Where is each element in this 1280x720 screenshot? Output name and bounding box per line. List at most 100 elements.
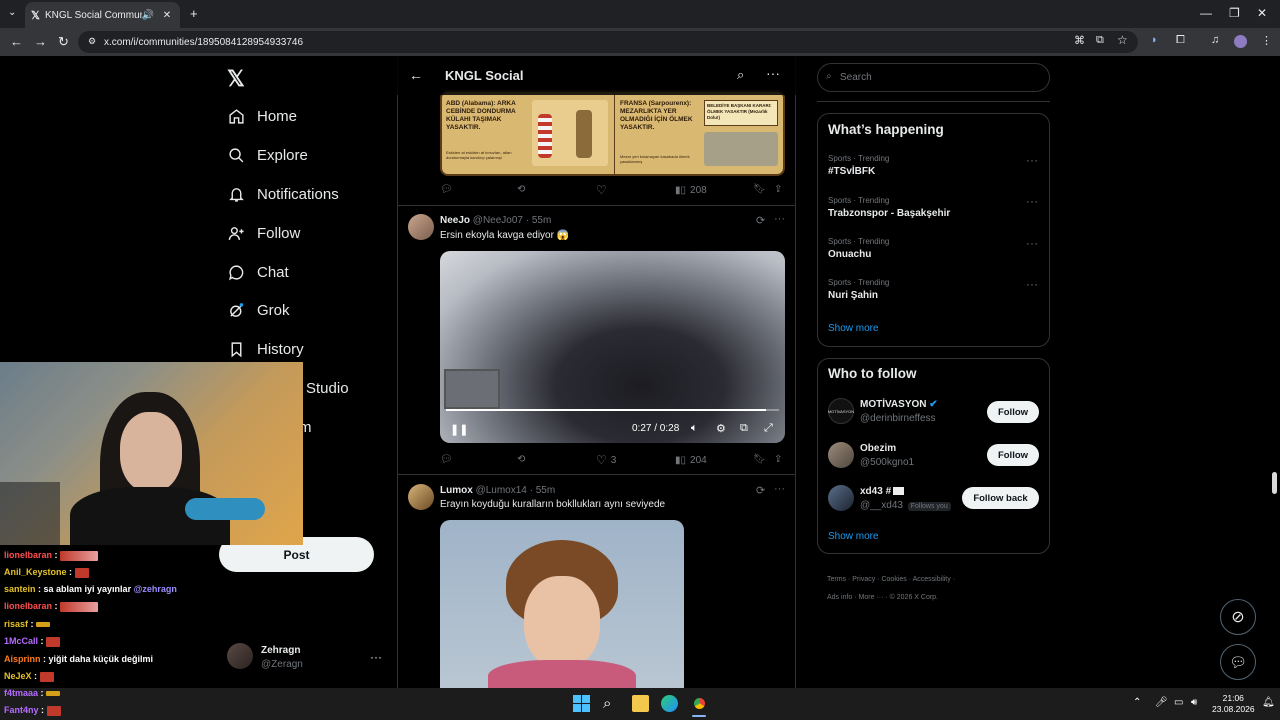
share-button[interactable]: ⇪ — [774, 184, 782, 195]
speaker-icon[interactable]: 🔊︎ — [1191, 697, 1197, 708]
author-handle[interactable]: @NeeJo07 — [473, 215, 523, 226]
nav-chat[interactable]: Chat — [227, 259, 289, 285]
nav-studio[interactable]: Studio — [306, 375, 349, 401]
reply-button[interactable]: 💬︎ — [440, 184, 453, 195]
site-info-icon[interactable]: ⚙ — [88, 36, 96, 47]
fullscreen-icon[interactable]: ⤢ — [764, 422, 773, 435]
x-logo-icon[interactable]: 𝕏 — [227, 66, 245, 92]
close-window-icon[interactable]: ✕ — [1257, 6, 1267, 20]
grok-explain-icon[interactable]: ⟳ — [756, 484, 765, 497]
avatar[interactable] — [828, 485, 854, 511]
tweet-more-icon[interactable]: ··· — [774, 483, 785, 495]
forward-icon[interactable]: → — [34, 34, 47, 49]
avatar[interactable] — [408, 214, 434, 240]
reload-icon[interactable]: ↻ — [58, 34, 69, 50]
video-player[interactable]: ❚❚ 0:27 / 0:28 🔈︎ ⚙ ⧉ ⤢ — [440, 251, 785, 443]
nav-notifications[interactable]: Notifications — [227, 181, 339, 207]
footer-ads[interactable]: Ads info — [827, 594, 852, 601]
scrollbar-thumb[interactable] — [1272, 472, 1277, 494]
trend-item[interactable]: Sports · Trending Onuachu — [828, 237, 889, 260]
tweet-time[interactable]: · 55m — [530, 485, 556, 496]
trend-more-icon[interactable]: ··· — [1026, 153, 1038, 167]
tweet-more-icon[interactable]: ··· — [774, 213, 785, 225]
footer-accessibility[interactable]: Accessibility — [913, 576, 951, 583]
minimize-icon[interactable]: — — [1200, 6, 1212, 20]
footer-more[interactable]: More ··· — [859, 594, 884, 601]
install-app-icon[interactable]: ⧉ — [1096, 34, 1104, 47]
clock[interactable]: 21:06 23.08.2026 — [1212, 693, 1255, 715]
pip-icon[interactable]: ⧉ — [740, 422, 748, 435]
nav-home[interactable]: Home — [227, 103, 297, 129]
bookmark-button[interactable]: 🔖︎ — [753, 184, 766, 195]
suggest-name[interactable]: MOTİVASYON ✔ — [860, 399, 938, 410]
nav-explore[interactable]: Explore — [227, 142, 308, 168]
footer-terms[interactable]: Terms — [827, 576, 846, 583]
notifications-bell-icon[interactable]: 🔔︎ — [1262, 697, 1275, 708]
windows-start-icon[interactable] — [573, 695, 590, 712]
extension-icon[interactable]: ◗ — [1151, 34, 1158, 46]
avatar[interactable] — [408, 484, 434, 510]
chrome-icon[interactable] — [691, 695, 708, 712]
settings-gear-icon[interactable]: ⚙ — [716, 422, 726, 435]
avatar[interactable]: MOTİVASYON — [828, 398, 854, 424]
video-progress-track[interactable] — [446, 409, 779, 411]
file-explorer-icon[interactable] — [632, 695, 649, 712]
media-control-icon[interactable]: ♫ — [1211, 34, 1219, 46]
reply-button[interactable]: 💬︎ — [440, 454, 453, 465]
author-handle[interactable]: @Lumox14 — [476, 485, 527, 496]
trend-more-icon[interactable]: ··· — [1026, 194, 1038, 208]
follow-back-button[interactable]: Follow back — [962, 487, 1039, 509]
tray-overflow-icon[interactable]: ⌃ — [1133, 697, 1141, 708]
profile-avatar[interactable] — [227, 643, 253, 669]
audio-icon[interactable]: 🔊 — [142, 10, 154, 21]
community-more-icon[interactable]: ··· — [766, 65, 780, 81]
repost-button[interactable]: ⟲ — [517, 184, 525, 195]
taskbar-search-icon[interactable]: ⌕ — [603, 695, 620, 712]
back-icon[interactable]: ← — [10, 34, 23, 49]
network-icon[interactable]: ▭ — [1174, 697, 1183, 708]
avatar[interactable] — [828, 442, 854, 468]
tweet-time[interactable]: · 55m — [526, 215, 552, 226]
translate-icon[interactable]: ⌘ — [1074, 34, 1085, 47]
address-bar[interactable]: x.com/i/communities/1895084128954933746 — [78, 31, 1138, 53]
follow-button[interactable]: Follow — [987, 444, 1039, 466]
grok-fab[interactable]: ⊘ — [1220, 599, 1256, 635]
edge-icon[interactable] — [661, 695, 678, 712]
profile-avatar-icon[interactable] — [1234, 35, 1247, 48]
views-button[interactable]: ▮▯ 208 — [675, 185, 707, 196]
microphone-icon[interactable]: 🎤︎ — [1155, 697, 1168, 708]
author-name[interactable]: Lumox — [440, 485, 473, 496]
grok-explain-icon[interactable]: ⟳ — [756, 214, 765, 227]
page-scrollbar[interactable] — [1269, 57, 1280, 688]
suggest-name[interactable]: xd43 # — [860, 486, 905, 497]
browser-tab[interactable]: 𝕏 KNGL Social Community / X 🔊 ✕ — [25, 2, 180, 28]
nav-history[interactable]: History — [227, 336, 304, 362]
like-button[interactable]: ♡ 3 — [596, 453, 616, 467]
trend-item[interactable]: Sports · Trending Trabzonspor - Başakşeh… — [828, 196, 950, 219]
back-arrow-icon[interactable]: ← — [409, 67, 423, 83]
bookmark-button[interactable]: 🔖︎ — [753, 454, 766, 465]
bookmark-star-icon[interactable]: ☆ — [1117, 33, 1128, 47]
trend-item[interactable]: Sports · Trending #TSvİBFK — [828, 154, 889, 177]
post-image-portrait[interactable] — [440, 520, 684, 688]
show-more-link[interactable]: Show more — [828, 531, 879, 542]
close-tab-icon[interactable]: ✕ — [160, 10, 174, 21]
views-button[interactable]: ▮▯ 204 — [675, 455, 707, 466]
browser-menu-icon[interactable]: ⋮ — [1261, 34, 1272, 47]
trend-more-icon[interactable]: ··· — [1026, 277, 1038, 291]
tab-search-icon[interactable]: ⌄ — [8, 7, 16, 18]
volume-icon[interactable]: 🔈︎ — [691, 422, 698, 435]
profile-name[interactable]: Zehragn — [261, 645, 300, 656]
follow-button[interactable]: Follow — [987, 401, 1039, 423]
footer-cookies[interactable]: Cookies — [881, 576, 906, 583]
repost-button[interactable]: ⟲ — [517, 454, 525, 465]
author-name[interactable]: NeeJo — [440, 215, 470, 226]
account-menu-icon[interactable]: ··· — [370, 650, 382, 664]
post-image-cartoon[interactable]: ABD (Alabama): ARKA CEBİNDE DONDURMA KÜL… — [440, 90, 785, 176]
search-input[interactable]: Search — [817, 63, 1050, 92]
suggest-name[interactable]: Obezim — [860, 443, 896, 454]
pause-icon[interactable]: ❚❚ — [450, 423, 468, 436]
maximize-icon[interactable]: ❐ — [1229, 6, 1240, 20]
nav-follow[interactable]: Follow — [227, 220, 300, 246]
like-button[interactable]: ♡ — [596, 183, 607, 197]
